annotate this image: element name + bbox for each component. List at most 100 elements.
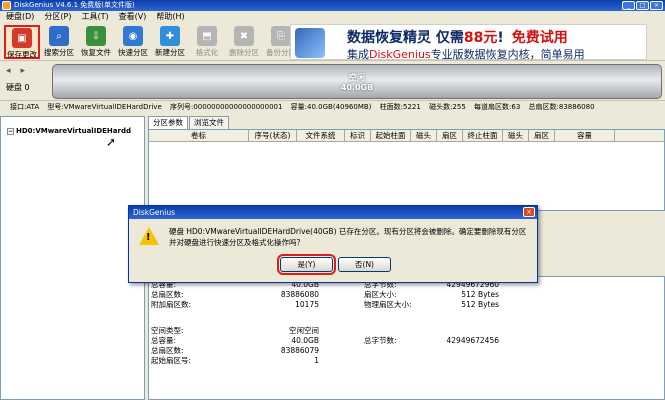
column-header[interactable]: 序号(状态) — [249, 130, 297, 141]
detail-label2: 扇区大小: — [364, 290, 397, 299]
info-model: 型号:VMwareVirtualIDEHardDrive — [47, 103, 162, 111]
backup-partition-icon: ⎘ — [271, 26, 291, 46]
disk-tree: − HD0:VMwareVirtualIDEHardd — [0, 116, 145, 400]
partition-table: 卷标 序号(状态) 文件系统 标识 起始柱面 磁头 扇区 终止柱面 磁头 扇区 容量 — [148, 129, 665, 211]
detail-label2: 总字节数: — [364, 336, 397, 345]
detail-value: 40.0GB — [291, 336, 319, 345]
next-disk-icon[interactable]: ▸ — [21, 66, 26, 76]
dialog-title: DiskGenius — [133, 208, 176, 217]
info-heads: 磁头数:255 — [429, 103, 466, 111]
collapse-icon[interactable]: − — [7, 128, 14, 135]
product-box-icon — [295, 28, 325, 58]
menu-partition[interactable]: 分区(P) — [44, 11, 71, 23]
detail-label: 总容量: — [151, 336, 177, 345]
column-header[interactable]: 标识 — [345, 130, 371, 141]
detail-label: 附加扇区数: — [151, 300, 192, 309]
toolbar-button-3[interactable]: ◉ 快速分区 — [115, 25, 151, 59]
menu-tools[interactable]: 工具(T) — [81, 11, 108, 23]
toolbar-button-label: 快速分区 — [118, 48, 148, 57]
free-space-bar[interactable]: 空闲 40.0GB — [52, 64, 662, 99]
column-header[interactable]: 卷标 — [149, 130, 249, 141]
ad-headline: 数据恢复精灵 仅需88元! 免费试用 — [347, 30, 568, 46]
detail-value: 1 — [314, 356, 319, 365]
tab-partition-params[interactable]: 分区参数 — [148, 116, 188, 129]
detail-value: 空闲空间 — [289, 326, 319, 335]
detail-value2 — [419, 356, 499, 366]
info-cylinders: 柱面数:5221 — [379, 103, 421, 111]
toolbar-button-5[interactable]: ⬒ 格式化 — [189, 25, 225, 59]
warning-mark: ! — [146, 232, 151, 243]
dialog-close-button[interactable]: × — [523, 207, 535, 217]
detail-value2: 512 Bytes — [461, 300, 499, 309]
detail-value2 — [419, 346, 499, 356]
menu-disk[interactable]: 硬盘(D) — [6, 11, 34, 23]
toolbar-button-1[interactable]: ⌕ 搜索分区 — [41, 25, 77, 59]
info-interface: 接口:ATA — [10, 103, 40, 111]
maximize-button[interactable]: □ — [636, 1, 649, 10]
window-title-bar: DiskGenius V4.6.1 免费版(单文件版) _ □ × — [0, 0, 665, 11]
recover-file-icon: ⇩ — [86, 26, 106, 46]
toolbar-button-6[interactable]: ✖ 删除分区 — [226, 25, 262, 59]
format-icon: ⬒ — [197, 26, 217, 46]
detail-label: 空间类型: — [151, 326, 184, 335]
disk-info-bar: 接口:ATA 型号:VMwareVirtualIDEHardDrive 序列号:… — [0, 100, 665, 112]
yes-button[interactable]: 是(Y) — [277, 254, 336, 275]
disk-map: ◂ ▸ 硬盘 0 空闲 40.0GB — [0, 62, 665, 100]
disk-label: 硬盘 0 — [6, 83, 30, 92]
info-sectors-per-track: 每道扇区数:63 — [474, 103, 521, 111]
menu-view[interactable]: 查看(V) — [119, 11, 147, 23]
minimize-button[interactable]: _ — [622, 1, 635, 10]
partition-table-header: 卷标 序号(状态) 文件系统 标识 起始柱面 磁头 扇区 终止柱面 磁头 扇区 容量 — [149, 130, 664, 142]
info-serial: 序列号:00000000000000000001 — [170, 103, 283, 111]
detail-value: 10175 — [295, 300, 319, 309]
detail-label: 起始扇区号: — [151, 356, 192, 365]
dialog-title-bar: DiskGenius × — [129, 206, 537, 219]
free-space-label: 空闲 — [349, 73, 365, 82]
menu-help[interactable]: 帮助(H) — [156, 11, 184, 23]
confirm-dialog: DiskGenius × ! 硬盘 HD0:VMwareVirtualIDEHa… — [128, 205, 538, 283]
column-header[interactable]: 终止柱面 — [463, 130, 503, 141]
detail-label2: 物理扇区大小: — [364, 300, 412, 309]
free-trial-link[interactable]: 免费试用 — [512, 30, 568, 46]
detail-value: 83886080 — [280, 290, 319, 299]
column-header[interactable]: 容量 — [555, 130, 615, 141]
detail-value2: 42949672456 — [446, 336, 500, 345]
column-header[interactable]: 磁头 — [411, 130, 437, 141]
prev-disk-icon[interactable]: ◂ — [6, 66, 11, 76]
window-title: DiskGenius V4.6.1 免费版(单文件版) — [14, 1, 135, 9]
toolbar-button-label: 格式化 — [195, 48, 219, 57]
toolbar-button-label: 保存更改 — [7, 50, 37, 59]
column-header[interactable]: 起始柱面 — [371, 130, 411, 141]
info-total-sectors: 总扇区数:83886080 — [528, 103, 595, 111]
save-icon: ▣ — [12, 28, 32, 48]
toolbar-button-2[interactable]: ⇩ 恢复文件 — [78, 25, 114, 59]
partition-details: 总容量: 40.0GB 总字节数: 42949672960 总扇区数: 83886080 扇… — [148, 276, 665, 400]
tree-item-hd0[interactable]: − HD0:VMwareVirtualIDEHardd — [7, 127, 131, 135]
toolbar-button-label: 恢复文件 — [81, 48, 111, 57]
toolbar-button-4[interactable]: ✚ 新建分区 — [152, 25, 188, 59]
column-header[interactable]: 文件系统 — [297, 130, 345, 141]
info-capacity: 容量:40.0GB(40960MB) — [290, 103, 372, 111]
menu-bar: 硬盘(D) 分区(P) 工具(T) 查看(V) 帮助(H) — [0, 11, 665, 23]
no-button[interactable]: 否(N) — [338, 257, 391, 272]
free-space-size: 40.0GB — [340, 83, 374, 92]
column-header[interactable]: 扇区 — [529, 130, 555, 141]
ad-subline: 集成DiskGenius专业版数据恢复内核，简单易用 — [347, 48, 585, 61]
tab-browse-files[interactable]: 浏览文件 — [189, 116, 229, 129]
dialog-message: 硬盘 HD0:VMwareVirtualIDEHardDrive(40GB) 已… — [169, 227, 527, 247]
detail-value: 83886079 — [280, 346, 319, 355]
new-partition-icon: ✚ — [160, 26, 180, 46]
detail-value2 — [419, 326, 499, 336]
disk-nav: ◂ ▸ — [6, 66, 25, 76]
toolbar-button-0[interactable]: ▣ 保存更改 — [4, 25, 40, 59]
column-header[interactable]: 扇区 — [437, 130, 463, 141]
toolbar-button-label: 新建分区 — [155, 48, 185, 57]
quick-partition-icon: ◉ — [123, 26, 143, 46]
ad-banner[interactable]: 数据恢复精灵 仅需88元! 免费试用 集成DiskGenius专业版数据恢复内核，… — [290, 24, 647, 61]
search-partition-icon: ⌕ — [49, 26, 69, 46]
close-button[interactable]: × — [650, 1, 663, 10]
toolbar-button-label: 删除分区 — [229, 48, 259, 57]
tab-strip: 分区参数 浏览文件 — [148, 116, 230, 129]
detail-label: 总扇区数: — [151, 346, 184, 355]
column-header[interactable]: 磁头 — [503, 130, 529, 141]
